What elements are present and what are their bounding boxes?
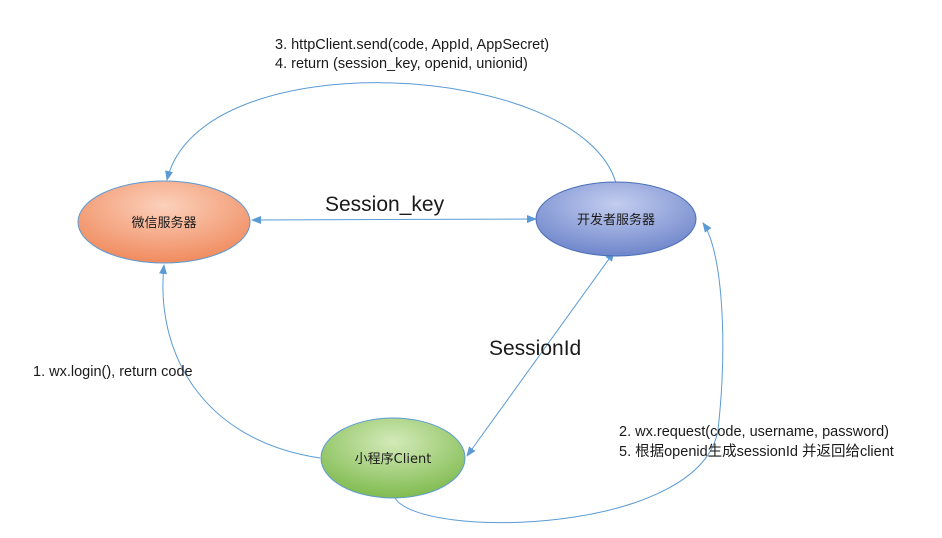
label-session-key: Session_key [325,193,445,216]
label-http-line2: 4. return (session_key, openid, unionid) [275,56,528,72]
label-http-line1: 3. httpClient.send(code, AppId, AppSecre… [275,37,549,53]
edge-session-key [251,215,537,224]
edge-login [159,264,321,459]
label-login: 1. wx.login(), return code [33,364,193,380]
node-wechat-server: 微信服务器 [77,180,251,264]
label-request-line2: 5. 根据openid生成sessionId 并返回给client [619,443,894,460]
node-wechat-server-label: 微信服务器 [131,215,196,231]
node-mini-client-label: 小程序Client [355,452,432,467]
flow-diagram: 微信服务器 开发者服务器 小程序Client 3. httpClient.sen… [33,37,894,524]
node-dev-server-label: 开发者服务器 [577,212,655,228]
node-mini-client: 小程序Client [320,417,466,499]
node-dev-server: 开发者服务器 [535,181,697,257]
label-session-id: SessionId [489,337,581,360]
edge-http-call [165,82,617,184]
label-request-line1: 2. wx.request(code, username, password) [619,424,889,440]
